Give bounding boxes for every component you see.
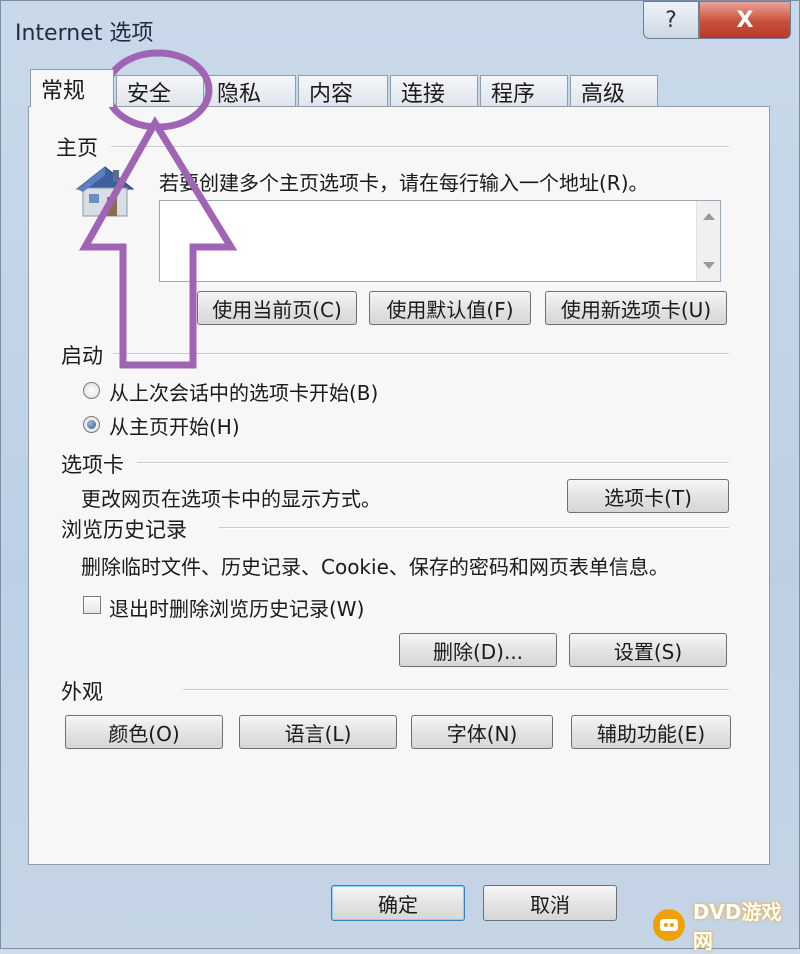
home-page-address-field[interactable]	[159, 200, 721, 282]
home-instruction: 若要创建多个主页选项卡，请在每行输入一个地址(R)。	[159, 171, 649, 195]
separator	[183, 689, 729, 691]
separator	[113, 353, 729, 355]
startup-radio-home-page[interactable]	[83, 416, 100, 433]
appearance-section-title: 外观	[61, 680, 103, 704]
watermark-text: DVD游戏网	[692, 900, 782, 953]
window-title: Internet 选项	[15, 21, 154, 46]
tab-advanced[interactable]: 高级	[570, 75, 658, 107]
separator	[219, 527, 729, 529]
delete-history-on-exit-label: 退出时删除浏览历史记录(W)	[109, 597, 365, 621]
internet-options-window: Internet 选项 ? X 常规 安全 隐私 内容 连接 程序 高级 主页 …	[0, 0, 800, 953]
use-default-button[interactable]: 使用默认值(F)	[369, 291, 531, 325]
separator	[137, 462, 729, 464]
delete-history-on-exit-checkbox[interactable]	[83, 596, 101, 614]
tab-security[interactable]: 安全	[116, 75, 204, 107]
history-description: 删除临时文件、历史记录、Cookie、保存的密码和网页表单信息。	[81, 555, 669, 579]
startup-section-title: 启动	[61, 344, 103, 368]
ok-button[interactable]: 确定	[331, 885, 465, 921]
tabs-description: 更改网页在选项卡中的显示方式。	[81, 487, 381, 511]
scroll-up-arrow-icon[interactable]	[703, 213, 715, 220]
history-section-title: 浏览历史记录	[61, 518, 187, 542]
close-button[interactable]: X	[699, 1, 791, 39]
use-current-button[interactable]: 使用当前页(C)	[197, 291, 357, 325]
tab-programs[interactable]: 程序	[480, 75, 568, 107]
startup-radio-last-session[interactable]	[83, 382, 100, 399]
tab-general[interactable]: 常规	[30, 69, 114, 107]
languages-button[interactable]: 语言(L)	[239, 715, 397, 749]
tabs-section-title: 选项卡	[61, 453, 124, 477]
separator	[111, 146, 729, 148]
house-icon	[73, 161, 137, 221]
delete-history-button[interactable]: 删除(D)...	[399, 633, 557, 667]
help-button[interactable]: ?	[643, 1, 699, 39]
startup-option-last-session-label: 从上次会话中的选项卡开始(B)	[109, 381, 379, 405]
scroll-down-arrow-icon[interactable]	[703, 262, 715, 269]
use-new-tab-button[interactable]: 使用新选项卡(U)	[545, 291, 727, 325]
cancel-button[interactable]: 取消	[483, 885, 617, 921]
home-section-title: 主页	[56, 136, 98, 160]
tab-content[interactable]: 内容	[298, 75, 388, 107]
colors-button[interactable]: 颜色(O)	[65, 715, 223, 749]
tab-privacy[interactable]: 隐私	[206, 75, 296, 107]
accessibility-button[interactable]: 辅助功能(E)	[571, 715, 731, 749]
tabs-settings-button[interactable]: 选项卡(T)	[567, 479, 729, 513]
tab-connections[interactable]: 连接	[390, 75, 478, 107]
history-settings-button[interactable]: 设置(S)	[569, 633, 727, 667]
watermark: DVD游戏网	[651, 900, 800, 953]
address-scrollbar[interactable]	[696, 201, 720, 281]
fonts-button[interactable]: 字体(N)	[411, 715, 553, 749]
watermark-logo-icon	[652, 909, 685, 941]
startup-option-home-page-label: 从主页开始(H)	[109, 415, 240, 439]
